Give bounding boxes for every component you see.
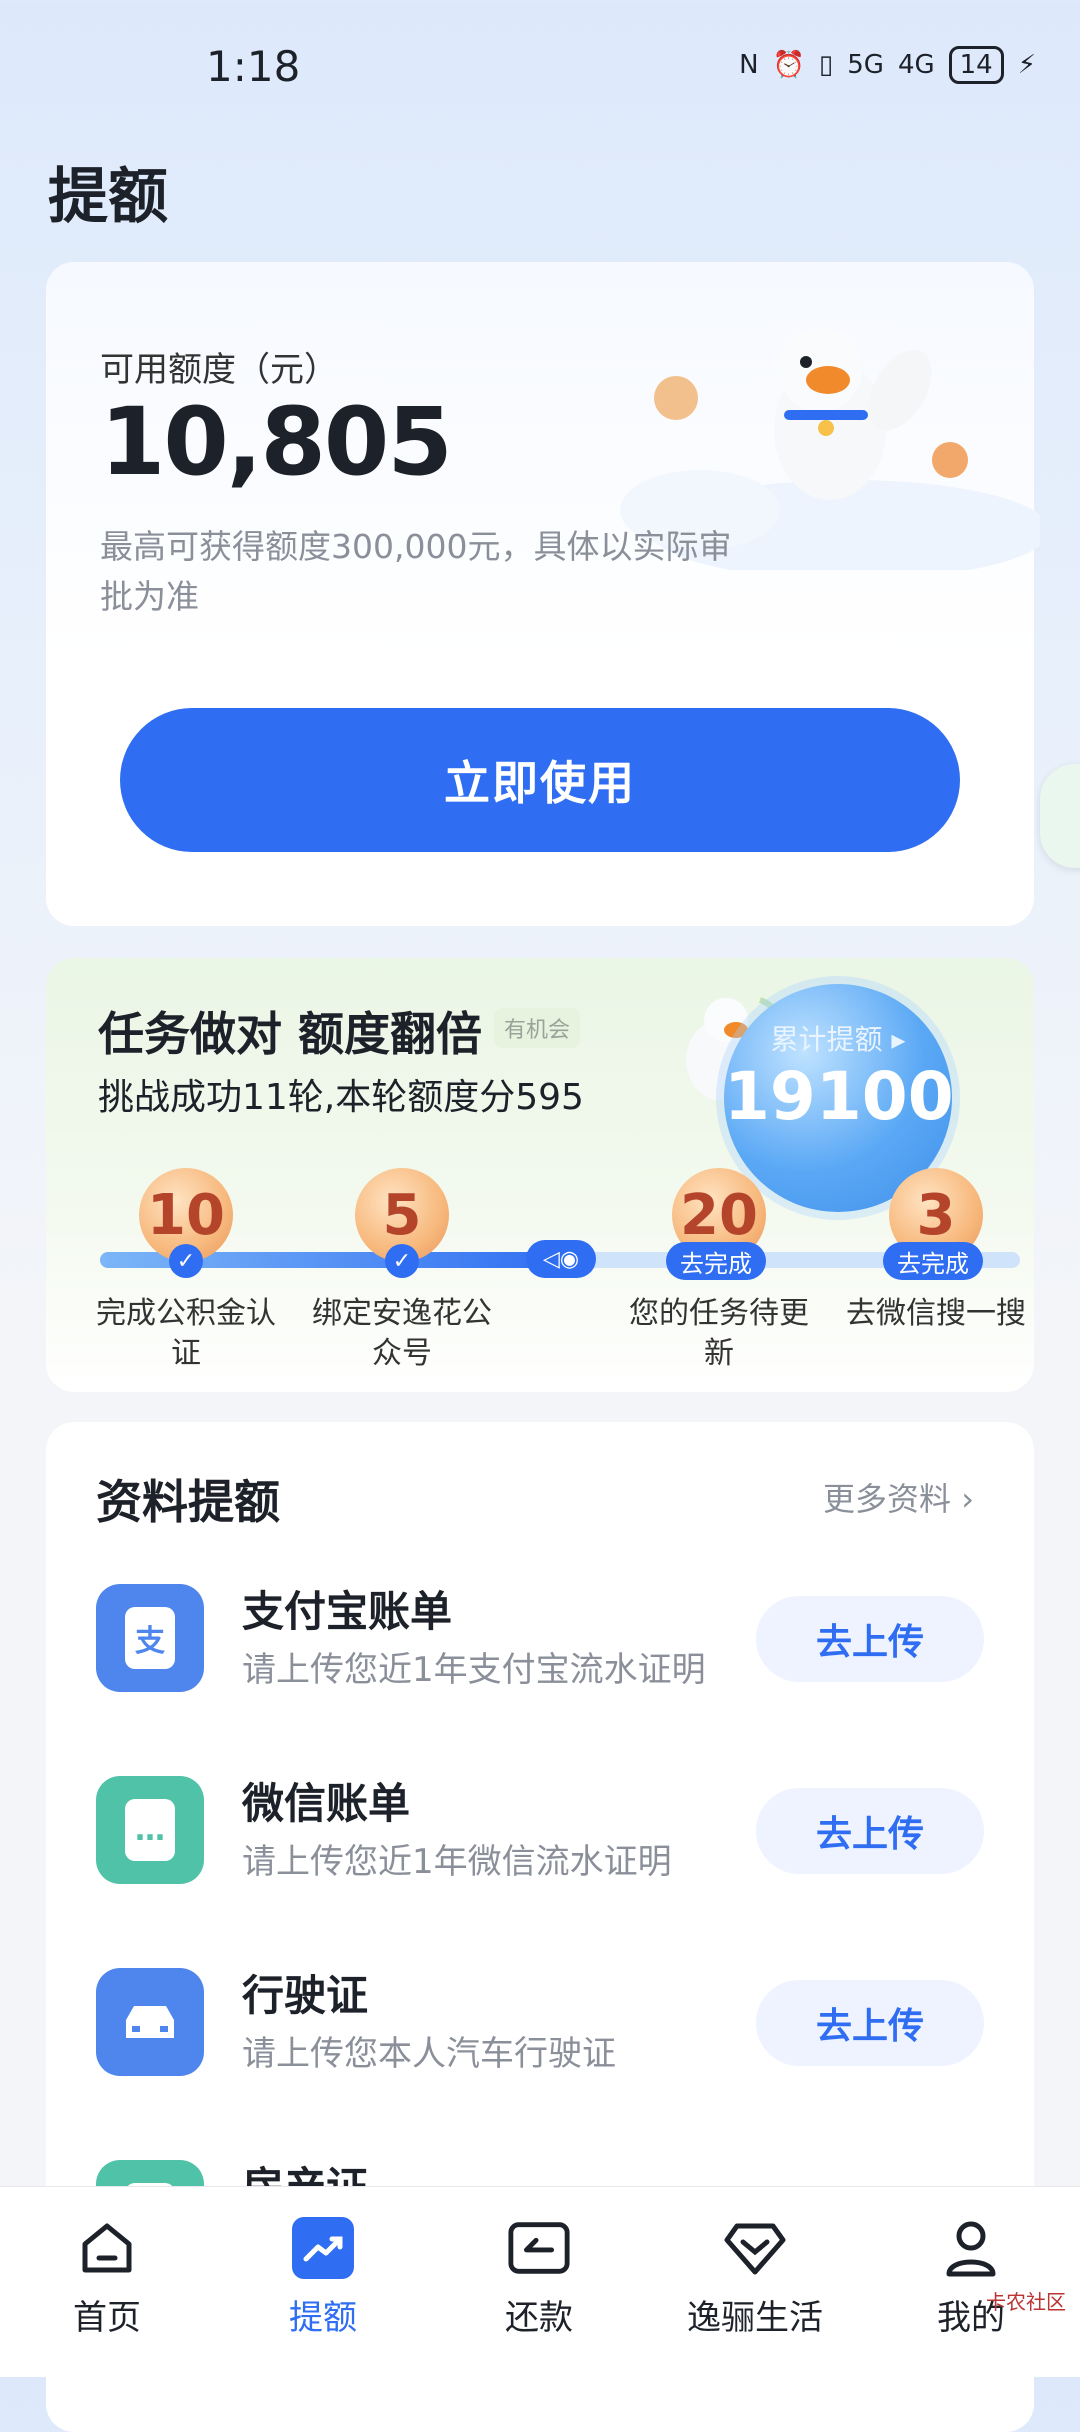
wechat-icon: … bbox=[96, 1776, 204, 1884]
signal-4g-icon: 4G bbox=[897, 50, 935, 80]
page-title: 提额 bbox=[48, 162, 168, 232]
cumulative-quota-label: 累计提额 ▸ bbox=[770, 1023, 906, 1056]
nav-home[interactable]: 首页 bbox=[7, 2216, 207, 2339]
nav-mine[interactable]: 我的 bbox=[871, 2216, 1071, 2339]
signal-5g-icon: 5G bbox=[847, 50, 884, 80]
doc-name: 微信账单 bbox=[242, 1779, 411, 1828]
cumulative-quota-value: 19100 bbox=[724, 1058, 954, 1135]
nav-quota[interactable]: 提额 bbox=[223, 2216, 423, 2339]
battery-icon: 14 bbox=[948, 46, 1004, 84]
task-tag: 有机会 bbox=[494, 1008, 581, 1048]
task-label: 完成公积金认证 bbox=[96, 1296, 276, 1371]
quota-label: 可用额度（元） bbox=[100, 350, 338, 390]
doc-name: 支付宝账单 bbox=[242, 1587, 453, 1636]
wallet-icon bbox=[507, 2216, 571, 2280]
home-icon bbox=[75, 2216, 139, 2280]
car-icon bbox=[96, 1968, 204, 2076]
task-subtitle: 挑战成功11轮,本轮额度分595 bbox=[98, 1077, 584, 1118]
docs-title: 资料提额 bbox=[96, 1475, 280, 1529]
more-docs-link[interactable]: 更多资料 › bbox=[823, 1474, 974, 1520]
nav-life[interactable]: 逸骊生活 bbox=[655, 2216, 855, 2339]
go-complete-button[interactable]: 去完成 bbox=[666, 1242, 766, 1280]
quota-note: 最高可获得额度300,000元，具体以实际审批为准 bbox=[100, 527, 732, 616]
floating-chat-icon[interactable] bbox=[1040, 764, 1080, 868]
doc-desc: 请上传您本人汽车行驶证 bbox=[242, 2034, 616, 2074]
progress-rocket-icon: ◁◉ bbox=[526, 1240, 596, 1278]
doc-desc: 请上传您近1年微信流水证明 bbox=[242, 1842, 672, 1882]
upload-button[interactable]: 去上传 bbox=[756, 1980, 984, 2066]
doc-desc: 请上传您近1年支付宝流水证明 bbox=[242, 1650, 706, 1690]
go-complete-button[interactable]: 去完成 bbox=[883, 1242, 983, 1280]
status-icons: N ⏰ ▯ 5G 4G 14 ⚡ bbox=[739, 46, 1036, 84]
charging-icon: ⚡ bbox=[1017, 50, 1036, 80]
upload-button[interactable]: 去上传 bbox=[756, 1788, 984, 1874]
task-label: 绑定安逸花公众号 bbox=[312, 1296, 492, 1371]
quota-amount: 10,805 bbox=[100, 388, 453, 497]
check-icon: ✓ bbox=[169, 1244, 203, 1278]
watermark: 卡农社区 bbox=[986, 2290, 1066, 2314]
nfc-icon: N bbox=[739, 50, 759, 80]
upload-button[interactable]: 去上传 bbox=[756, 1596, 984, 1682]
task-label: 您的任务待更新 bbox=[629, 1296, 809, 1371]
check-icon: ✓ bbox=[385, 1244, 419, 1278]
alipay-icon: 支 bbox=[96, 1584, 204, 1692]
vibrate-icon: ▯ bbox=[818, 50, 834, 80]
task-title: 任务做对 额度翻倍 bbox=[98, 1007, 483, 1061]
doc-name: 行驶证 bbox=[242, 1971, 369, 2020]
task-label: 去微信搜一搜 bbox=[846, 1296, 1026, 1331]
nav-repay[interactable]: 还款 bbox=[439, 2216, 639, 2339]
status-time: 1:18 bbox=[206, 42, 301, 91]
person-icon bbox=[939, 2216, 1003, 2280]
alarm-icon: ⏰ bbox=[772, 50, 805, 80]
trend-up-icon bbox=[291, 2216, 355, 2280]
diamond-icon bbox=[723, 2216, 787, 2280]
use-now-button[interactable]: 立即使用 bbox=[120, 708, 960, 852]
